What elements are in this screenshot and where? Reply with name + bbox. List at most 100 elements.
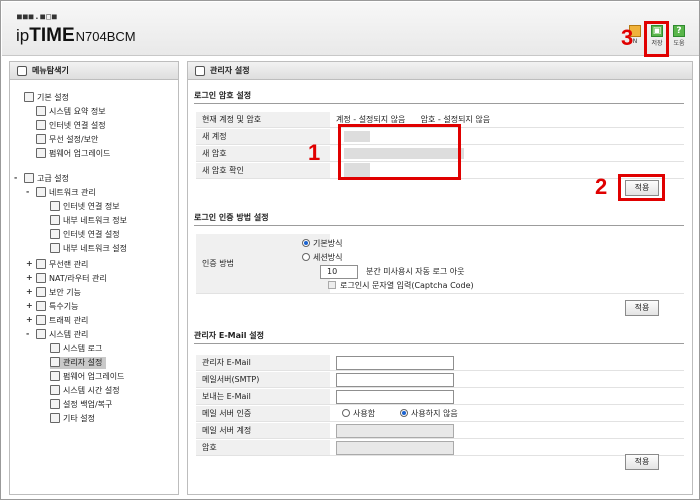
smtp-row: 메일서버(SMTP) <box>196 372 684 388</box>
tools-icon <box>36 301 46 311</box>
sender-email-label: 보내는 E-Mail <box>196 389 330 404</box>
menu-nat-router[interactable]: NAT/라우터 관리 <box>36 273 107 285</box>
menu-system-time[interactable]: 시스템 시간 설정 <box>50 385 120 397</box>
menu-explorer-title: 메뉴탐색기 <box>32 66 69 75</box>
menu-label: 시스템 시간 설정 <box>63 386 120 395</box>
email-apply-button[interactable]: 적용 <box>625 454 659 470</box>
menu-admin-settings[interactable]: 관리자 설정 <box>50 357 107 369</box>
radio-icon <box>302 253 310 261</box>
admin-email-row: 관리자 E-Mail <box>196 355 684 371</box>
window-icon <box>195 66 205 76</box>
menu-label: 트래픽 관리 <box>49 316 89 325</box>
menu-label: 무선랜 관리 <box>49 260 89 269</box>
session-timeout-input[interactable]: 10 <box>320 265 358 279</box>
menu-internet-config[interactable]: 인터넷 연결 설정 <box>50 229 120 241</box>
auth-section-title: 로그인 인증 방법 설정 <box>194 213 269 222</box>
callout-1: 1 <box>308 140 321 165</box>
help-button[interactable]: ? 도움 <box>668 25 690 47</box>
menu-system-log[interactable]: 시스템 로그 <box>50 343 102 355</box>
menu-backup-restore[interactable]: 설정 백업/복구 <box>50 399 112 411</box>
menu-label: 내부 네트워크 정보 <box>63 216 127 225</box>
menu-other-settings[interactable]: 기타 설정 <box>50 413 95 425</box>
menu-traffic[interactable]: 트래픽 관리 <box>36 315 88 327</box>
page-icon <box>50 371 60 381</box>
help-label: 도움 <box>673 40 685 47</box>
mail-auth-use-option[interactable]: 사용함 <box>342 406 375 422</box>
captcha-option[interactable]: 로그인시 문자열 입력(Captcha Code) <box>328 280 474 292</box>
menu-system-firmware[interactable]: 펌웨어 업그레이드 <box>50 371 124 383</box>
admin-email-input[interactable] <box>336 356 454 370</box>
menu-firmware-upgrade[interactable]: 펌웨어 업그레이드 <box>36 148 110 160</box>
collapse-network[interactable]: - <box>26 187 29 196</box>
menu-basic-label: 기본 설정 <box>37 93 69 102</box>
menu-security[interactable]: 보안 기능 <box>36 287 81 299</box>
page-icon <box>50 343 60 353</box>
menu-internet-info[interactable]: 인터넷 연결 정보 <box>50 201 120 213</box>
auth-basic-option[interactable]: 기본방식 <box>302 238 342 250</box>
collapse-system[interactable]: - <box>26 329 29 338</box>
menu-label: 보안 기능 <box>49 288 81 297</box>
menu-basic-settings[interactable]: 기본 설정 <box>24 92 69 104</box>
menu-special-features[interactable]: 특수기능 <box>36 301 78 313</box>
page-icon <box>50 215 60 225</box>
callout-2: 2 <box>595 174 608 199</box>
expand-wireless[interactable]: + <box>26 259 33 268</box>
mail-auth-row: 메일 서버 인증 사용함 사용하지 않음 <box>196 406 684 422</box>
menu-advanced-settings[interactable]: 고급 설정 <box>24 173 69 185</box>
menu-network-label: 네트워크 관리 <box>49 188 96 197</box>
captcha-label: 로그인시 문자열 입력(Captcha Code) <box>340 281 474 290</box>
menu-internet-setup[interactable]: 인터넷 연결 설정 <box>36 120 106 132</box>
menu-label: 시스템 관리 <box>49 330 89 339</box>
expand-nat[interactable]: + <box>26 273 33 282</box>
expand-security[interactable]: + <box>26 287 33 296</box>
email-section-title: 관리자 E-Mail 설정 <box>194 331 264 340</box>
page-icon <box>50 399 60 409</box>
folder-icon <box>24 92 34 102</box>
upgrade-icon <box>36 148 46 158</box>
expand-special[interactable]: + <box>26 301 33 310</box>
menu-label: 인터넷 연결 정보 <box>63 202 120 211</box>
logo-mark: ■■■.■□■ <box>17 12 58 21</box>
menu-explorer-header: 메뉴탐색기 <box>10 62 178 80</box>
menu-label: 시스템 로그 <box>63 344 103 353</box>
menu-label: 내부 네트워크 설정 <box>63 244 127 253</box>
apply-highlight-box <box>618 174 665 201</box>
mail-account-row: 메일 서버 계정 <box>196 423 684 439</box>
menu-advanced-label: 고급 설정 <box>37 174 69 183</box>
chart-icon <box>36 106 46 116</box>
lock-icon <box>36 287 46 297</box>
mail-password-label: 암호 <box>196 440 330 455</box>
mail-account-input[interactable] <box>336 424 454 438</box>
menu-wireless-management[interactable]: 무선랜 관리 <box>36 259 88 271</box>
admin-settings-panel: 관리자 설정 로그인 암호 설정 현재 계정 및 암호 계정 - 설정되지 않음… <box>187 61 693 495</box>
auth-apply-button[interactable]: 적용 <box>625 300 659 316</box>
wireless-icon <box>36 259 46 269</box>
auth-method-row: 인증 방법 기본방식 세션방식 10 분간 미사용시 자동 로그 아웃 로그인시… <box>196 234 684 294</box>
menu-label: 펌웨어 업그레이드 <box>49 149 111 158</box>
menu-label: NAT/라우터 관리 <box>49 274 107 283</box>
session-timeout-text: 분간 미사용시 자동 로그 아웃 <box>366 267 465 276</box>
menu-wireless-security[interactable]: 무선 설정/보안 <box>36 134 98 146</box>
menu-label: 펌웨어 업그레이드 <box>63 372 125 381</box>
expand-traffic[interactable]: + <box>26 315 33 324</box>
logo-time: TIME <box>29 25 75 46</box>
menu-lan-info[interactable]: 내부 네트워크 정보 <box>50 215 127 227</box>
menu-system-summary[interactable]: 시스템 요약 정보 <box>36 106 106 118</box>
menu-label: 기타 설정 <box>63 414 95 423</box>
mail-auth-nouse-option[interactable]: 사용하지 않음 <box>400 406 458 422</box>
login-section-title: 로그인 암호 설정 <box>194 91 252 100</box>
menu-network-management[interactable]: 네트워크 관리 <box>36 187 96 199</box>
folder-icon <box>24 173 34 183</box>
mail-password-row: 암호 <box>196 440 684 456</box>
page-icon <box>50 243 60 253</box>
sender-email-input[interactable] <box>336 390 454 404</box>
smtp-input[interactable] <box>336 373 454 387</box>
save-highlight-box <box>644 21 669 57</box>
menu-lan-config[interactable]: 내부 네트워크 설정 <box>50 243 127 255</box>
collapse-advanced[interactable]: - <box>14 173 17 182</box>
page-icon <box>50 385 60 395</box>
mail-password-input[interactable] <box>336 441 454 455</box>
auth-session-option[interactable]: 세션방식 <box>302 252 342 264</box>
menu-system-management[interactable]: 시스템 관리 <box>36 329 88 341</box>
checkbox-icon <box>328 281 336 289</box>
